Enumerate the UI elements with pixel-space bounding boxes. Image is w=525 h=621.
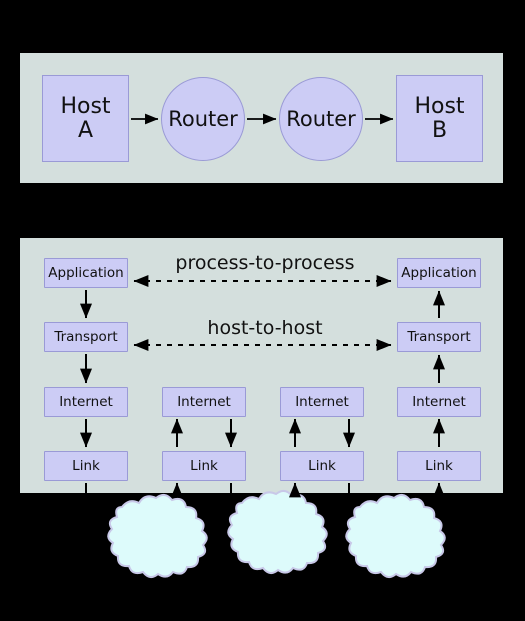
host-to-host-label: host-to-host <box>207 317 323 339</box>
cloud-ethernet-right-label: Ethernet <box>355 533 409 548</box>
host-b-box[interactable]: Host B <box>396 75 483 162</box>
process-to-process-label: process-to-process <box>175 252 355 274</box>
host-a-transport-box[interactable]: Transport <box>44 322 128 352</box>
router-1-internet-box[interactable]: Internet <box>162 387 246 417</box>
host-b-application-box[interactable]: Application <box>397 258 481 288</box>
cloud-ethernet-left-label: Ethernet <box>117 533 171 548</box>
host-a-box[interactable]: Host A <box>42 75 129 162</box>
host-a-link-box[interactable]: Link <box>44 451 128 481</box>
host-b-link-box[interactable]: Link <box>397 451 481 481</box>
router-2-internet-box[interactable]: Internet <box>280 387 364 417</box>
host-b-transport-box[interactable]: Transport <box>397 322 481 352</box>
host-b-internet-box[interactable]: Internet <box>397 387 481 417</box>
host-a-application-box[interactable]: Application <box>44 258 128 288</box>
router-1-circle[interactable]: Router <box>161 77 245 161</box>
router-2-link-box[interactable]: Link <box>280 451 364 481</box>
diagram-canvas: Host A Router Router Host B Application … <box>0 0 525 621</box>
host-a-internet-box[interactable]: Internet <box>44 387 128 417</box>
router-1-link-box[interactable]: Link <box>162 451 246 481</box>
cloud-fiber-satellite-label: Fiber, Satellite, etc. <box>237 520 293 563</box>
router-2-circle[interactable]: Router <box>279 77 363 161</box>
